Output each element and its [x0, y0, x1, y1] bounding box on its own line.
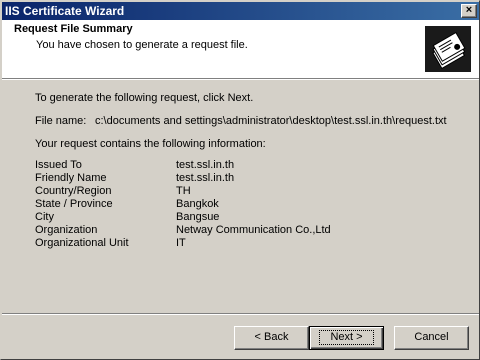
header-divider-highlight: [2, 79, 479, 80]
detail-label: Friendly Name: [35, 172, 107, 184]
detail-value: test.ssl.in.th: [176, 172, 235, 184]
title-bar: IIS Certificate Wizard ×: [2, 2, 479, 20]
next-button-label: Next >: [319, 330, 374, 345]
detail-value: Bangkok: [176, 198, 219, 210]
cancel-button[interactable]: Cancel: [394, 326, 469, 350]
window-title: IIS Certificate Wizard: [5, 4, 125, 18]
detail-value: Netway Communication Co.,Ltd: [176, 224, 331, 236]
detail-label: Country/Region: [35, 185, 112, 197]
info-heading: Your request contains the following info…: [35, 138, 266, 150]
close-icon: ×: [465, 4, 473, 16]
detail-row: Country/Region TH: [35, 185, 395, 198]
detail-label: City: [35, 211, 54, 223]
wizard-window: IIS Certificate Wizard × Request File Su…: [0, 0, 480, 360]
detail-value: TH: [176, 185, 191, 197]
close-button[interactable]: ×: [461, 4, 477, 18]
intro-text: To generate the following request, click…: [35, 92, 254, 104]
detail-row: Friendly Name test.ssl.in.th: [35, 172, 395, 185]
detail-row: Organizational Unit IT: [35, 237, 395, 250]
detail-value: test.ssl.in.th: [176, 159, 235, 171]
detail-row: State / Province Bangkok: [35, 198, 395, 211]
file-name-value: c:\documents and settings\administrator\…: [95, 115, 447, 127]
detail-value: IT: [176, 237, 186, 249]
detail-row: Issued To test.ssl.in.th: [35, 159, 395, 172]
detail-label: Issued To: [35, 159, 82, 171]
detail-value: Bangsue: [176, 211, 220, 223]
detail-row: Organization Netway Communication Co.,Lt…: [35, 224, 395, 237]
detail-label: State / Province: [35, 198, 113, 210]
page-title: Request File Summary: [14, 23, 133, 35]
back-button[interactable]: < Back: [234, 326, 309, 350]
footer-divider-highlight: [2, 314, 479, 315]
page-subtitle: You have chosen to generate a request fi…: [36, 39, 248, 51]
file-name-label: File name:: [35, 115, 87, 127]
detail-label: Organization: [35, 224, 98, 236]
detail-label: Organizational Unit: [35, 237, 129, 249]
certificate-wizard-icon: [423, 24, 473, 74]
detail-row: City Bangsue: [35, 211, 395, 224]
header-panel: Request File Summary You have chosen to …: [2, 20, 479, 78]
request-details: Issued To test.ssl.in.th Friendly Name t…: [35, 159, 395, 250]
next-button[interactable]: Next >: [309, 326, 384, 350]
